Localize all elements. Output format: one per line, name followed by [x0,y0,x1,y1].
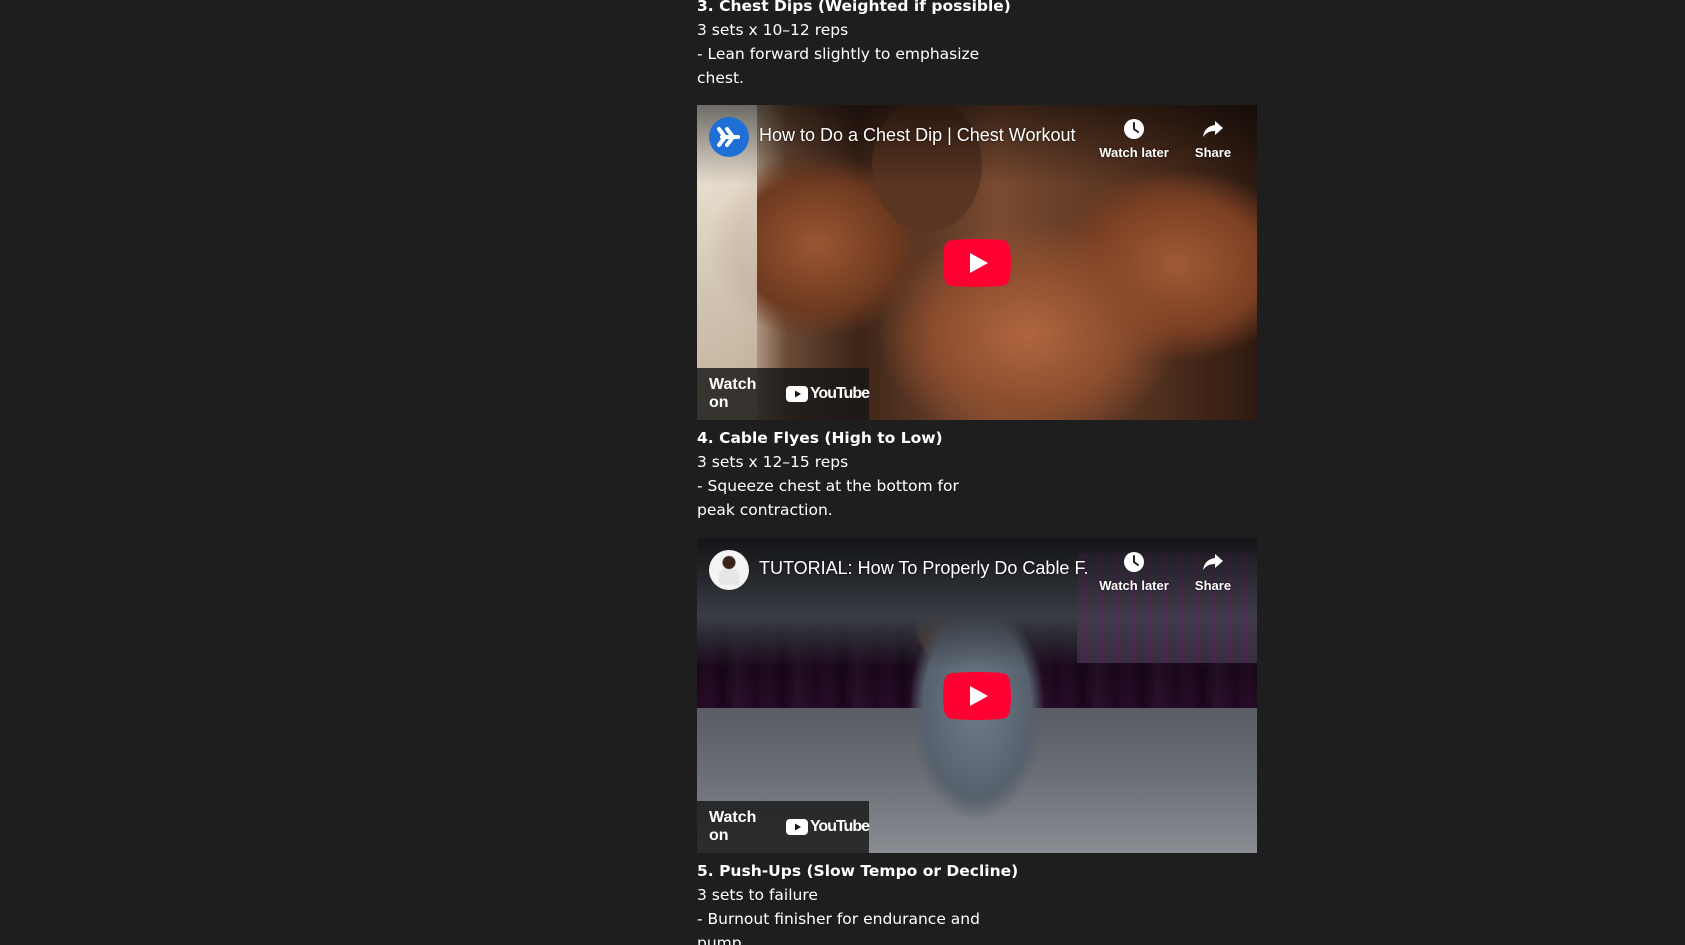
exercise-note: - Squeeze chest at the bottom for peak c… [697,477,959,519]
watch-later-button[interactable]: Watch later [1097,550,1171,593]
share-label: Share [1194,578,1232,593]
logo-mark-icon [717,127,740,147]
exercise-heading: 5. Push-Ups (Slow Tempo or Decline) [697,862,1019,880]
youtube-play-icon [785,819,808,835]
youtube-logo: YouTube [785,818,870,836]
channel-logo-icon[interactable] [709,117,749,157]
share-button[interactable]: Share [1185,117,1241,160]
exercise-cable-flyes: 4. Cable Flyes (High to Low) 3 sets x 12… [697,426,1257,522]
youtube-embed-chest-dip[interactable]: How to Do a Chest Dip | Chest Workout Wa… [697,105,1257,420]
youtube-wordmark: YouTube [809,385,870,402]
channel-avatar-icon[interactable] [709,550,749,590]
exercise-sets: 3 sets to failure [697,886,818,904]
play-button-icon[interactable] [943,672,1011,720]
page: 3. Chest Dips (Weighted if possible) 3 s… [0,0,1685,945]
exercise-note: - Burnout finisher for endurance and pum… [697,910,980,945]
exercise-chest-dips: 3. Chest Dips (Weighted if possible) 3 s… [697,0,1257,90]
scrollbar-thumb[interactable] [1675,0,1683,945]
youtube-embed-cable-flyes[interactable]: TUTORIAL: How To Properly Do Cable F... … [697,538,1257,853]
exercise-sets: 3 sets x 10–12 reps [697,21,849,39]
watch-on-label: Watch on [709,376,757,411]
watch-later-label: Watch later [1099,578,1169,593]
video-title[interactable]: TUTORIAL: How To Properly Do Cable F... [759,558,1089,579]
youtube-play-icon [785,386,808,402]
video-title[interactable]: How to Do a Chest Dip | Chest Workout [759,125,1089,146]
exercise-sets: 3 sets x 12–15 reps [697,453,849,471]
share-arrow-icon [1203,554,1223,570]
watch-on-youtube-button[interactable]: Watch on YouTube [697,368,870,420]
share-label: Share [1194,145,1232,160]
youtube-wordmark: YouTube [809,818,870,835]
person-icon [718,555,740,585]
share-arrow-icon [1203,121,1223,137]
exercise-heading: 4. Cable Flyes (High to Low) [697,429,943,447]
clock-icon [1124,119,1144,139]
youtube-logo: YouTube [785,385,870,403]
clock-icon [1124,552,1144,572]
watch-on-youtube-button[interactable]: Watch on YouTube [697,801,870,853]
share-button[interactable]: Share [1185,550,1241,593]
play-button-icon[interactable] [943,239,1011,287]
exercise-push-ups: 5. Push-Ups (Slow Tempo or Decline) 3 se… [697,859,1257,945]
exercise-note: - Lean forward slightly to emphasize che… [697,45,980,87]
exercise-heading: 3. Chest Dips (Weighted if possible) [697,0,1011,15]
watch-later-button[interactable]: Watch later [1097,117,1171,160]
watch-on-label: Watch on [709,809,757,844]
scrollbar[interactable] [1673,0,1685,945]
watch-later-label: Watch later [1099,145,1169,160]
